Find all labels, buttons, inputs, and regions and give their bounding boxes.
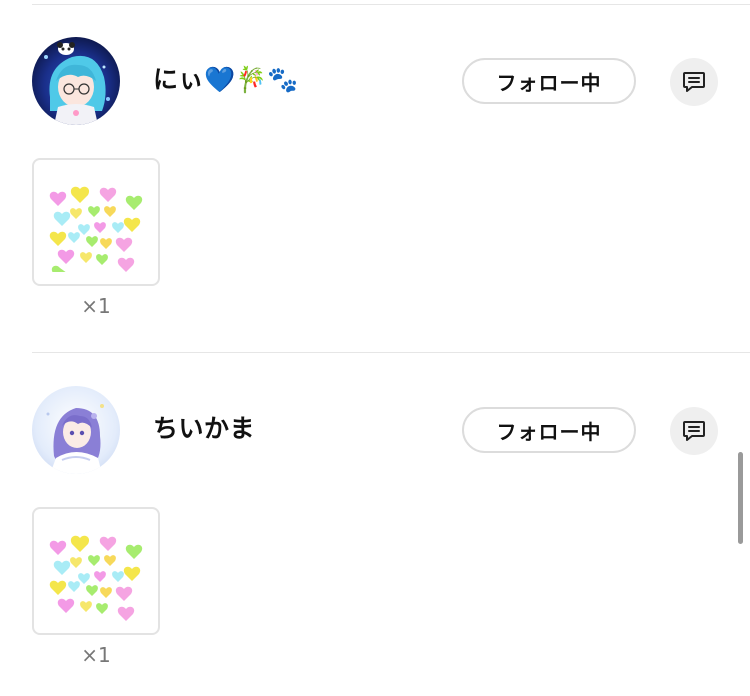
supporter-list: にぃ💙🎋🐾 フォロー中 ×1 ちいかま フォロー中 ×1	[0, 0, 750, 696]
message-icon	[683, 72, 705, 92]
gift-count: ×1	[81, 294, 111, 318]
message-button[interactable]	[670, 58, 718, 106]
username[interactable]: ちいかま	[153, 409, 255, 449]
following-button[interactable]: フォロー中	[462, 407, 636, 453]
hearts-gift-icon	[49, 186, 143, 272]
list-item: ちいかま フォロー中 ×1	[0, 353, 750, 693]
gift-item[interactable]	[32, 507, 160, 635]
following-button[interactable]: フォロー中	[462, 58, 636, 104]
avatar[interactable]	[32, 386, 120, 474]
list-item: にぃ💙🎋🐾 フォロー中 ×1	[0, 4, 750, 344]
hearts-gift-icon	[49, 535, 143, 621]
gift-item[interactable]	[32, 158, 160, 286]
avatar[interactable]	[32, 37, 120, 125]
message-button[interactable]	[670, 407, 718, 455]
username[interactable]: にぃ💙🎋🐾	[153, 60, 299, 100]
message-icon	[683, 421, 705, 441]
gift-count: ×1	[81, 643, 111, 667]
scrollbar[interactable]	[738, 452, 743, 544]
